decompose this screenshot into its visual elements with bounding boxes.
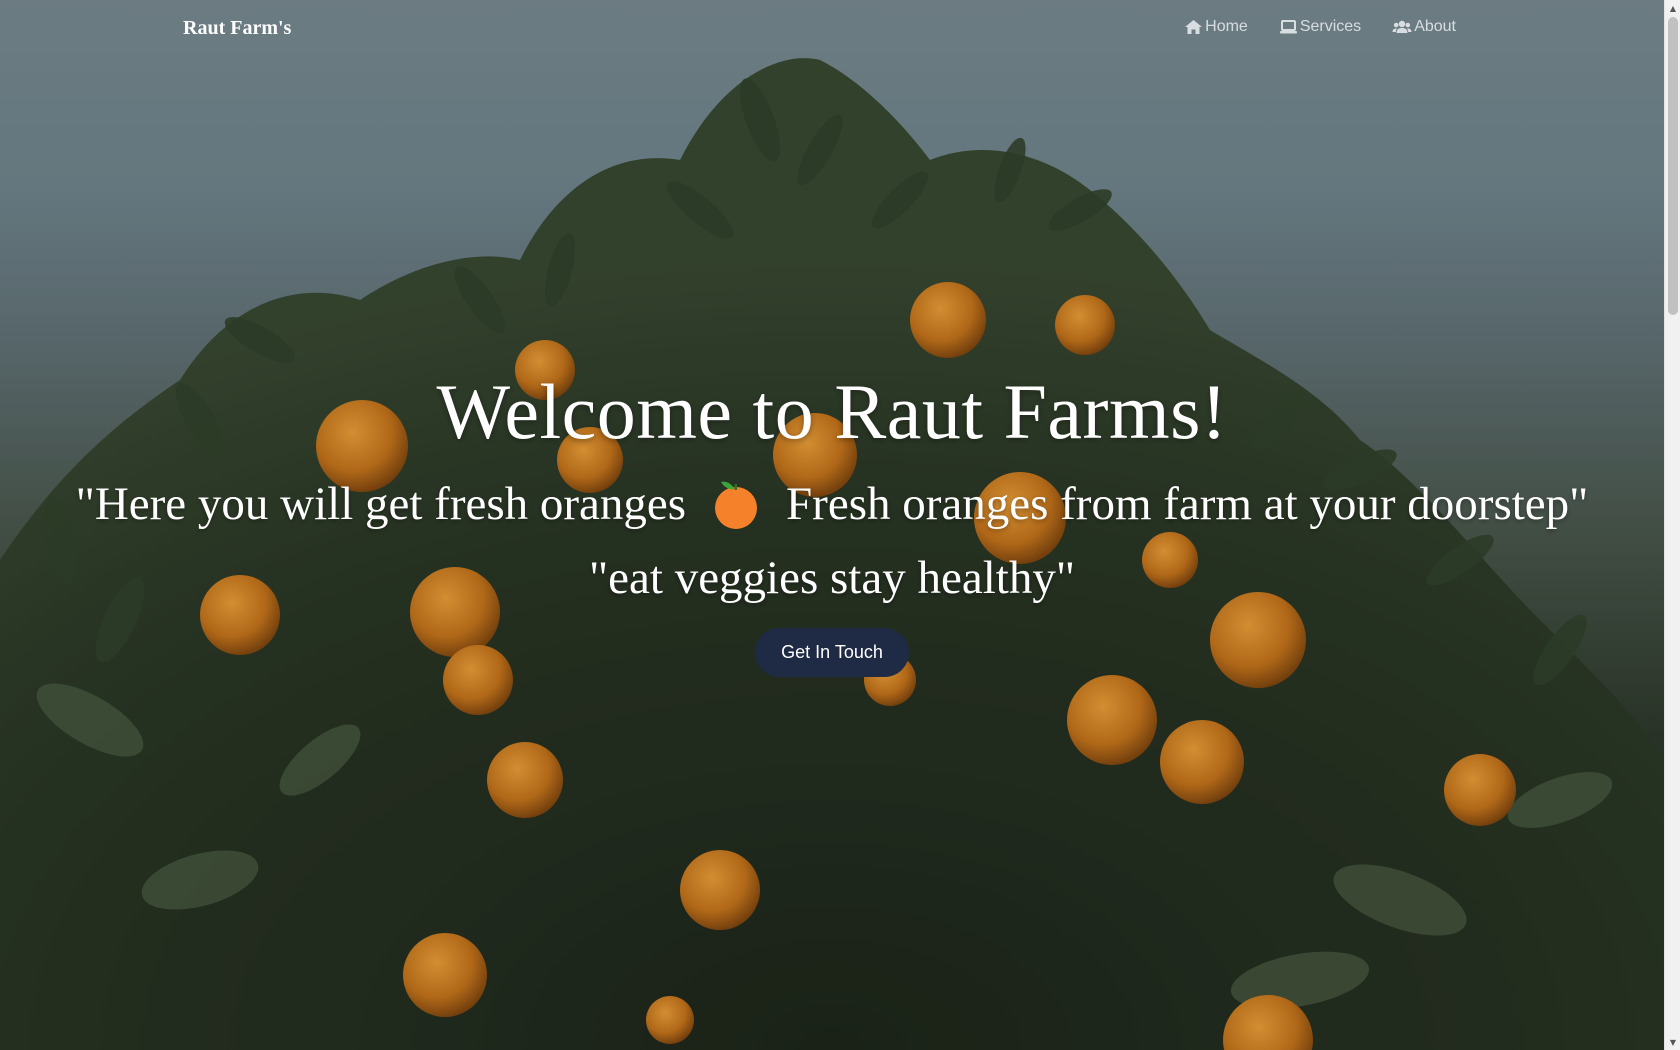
orange-icon: [712, 478, 760, 530]
navbar: Raut Farm's Home Services About: [0, 0, 1664, 58]
hero-section: Raut Farm's Home Services About Welcome …: [0, 0, 1664, 1050]
hero-content: Welcome to Raut Farms! "Here you will ge…: [0, 360, 1664, 677]
nav-home-label: Home: [1205, 18, 1248, 35]
home-icon: [1184, 19, 1203, 35]
scrollbar-thumb[interactable]: [1668, 17, 1678, 315]
nav-services-link[interactable]: Services: [1279, 18, 1361, 36]
scroll-up-arrow-icon[interactable]: ▲: [1665, 0, 1680, 16]
get-in-touch-button[interactable]: Get In Touch: [755, 628, 909, 677]
nav-services-label: Services: [1299, 18, 1362, 35]
nav-home-link[interactable]: Home: [1184, 18, 1248, 36]
nav-about-link[interactable]: About: [1392, 18, 1456, 36]
hero-tagline: "eat veggies stay healthy": [588, 552, 1076, 604]
scroll-down-arrow-icon[interactable]: ▼: [1665, 1034, 1680, 1050]
nav-about-label: About: [1414, 18, 1456, 35]
users-icon: [1392, 19, 1412, 35]
laptop-icon: [1279, 19, 1298, 35]
nav-links: Home Services About: [1184, 18, 1456, 36]
brand-logo[interactable]: Raut Farm's: [183, 17, 291, 40]
hero-quote-part1: "Here you will get fresh oranges: [75, 478, 687, 530]
vertical-scrollbar[interactable]: ▲ ▼: [1664, 0, 1680, 1050]
hero-quote: "Here you will get fresh oranges Fresh o…: [0, 472, 1664, 536]
hero-quote-part2: Fresh oranges from farm at your doorstep…: [786, 478, 1589, 530]
hero-title: Welcome to Raut Farms!: [436, 368, 1228, 455]
